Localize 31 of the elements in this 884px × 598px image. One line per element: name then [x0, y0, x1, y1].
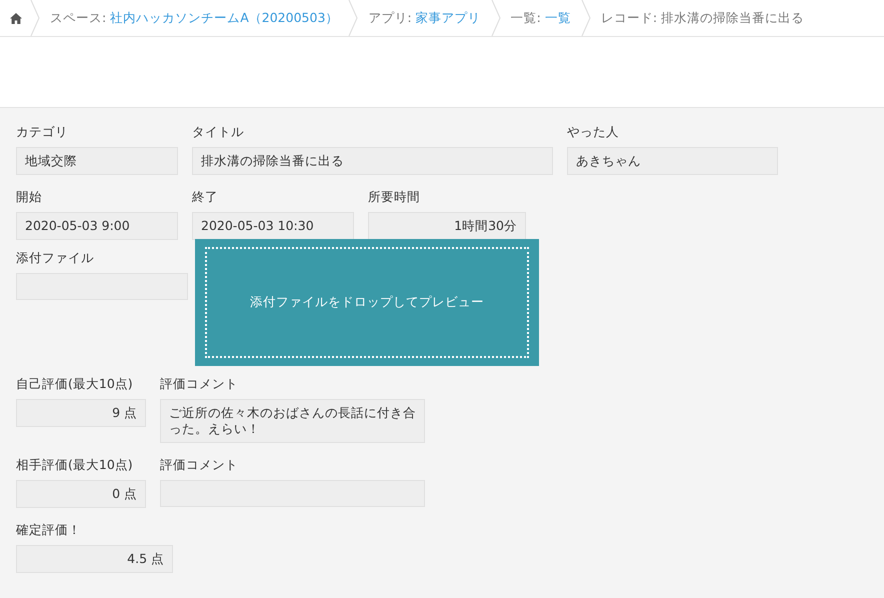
- field-label: 自己評価(最大10点): [16, 376, 134, 393]
- field-label: 評価コメント: [160, 376, 239, 393]
- breadcrumb-label: 一覧:: [510, 10, 541, 26]
- breadcrumb-label: スペース:: [50, 10, 106, 26]
- field-label: 所要時間: [368, 189, 421, 206]
- field-label: 終了: [192, 189, 219, 206]
- drop-zone[interactable]: 添付ファイルをドロップしてプレビュー: [195, 239, 539, 366]
- breadcrumb-link[interactable]: 社内ハッカソンチームA（20200503）: [110, 10, 338, 26]
- field-label: 評価コメント: [160, 457, 239, 474]
- field-label: カテゴリ: [16, 124, 69, 141]
- field-label: 確定評価！: [16, 522, 82, 539]
- field-label: やった人: [567, 124, 620, 141]
- field-value: あきちゃん: [567, 147, 778, 175]
- breadcrumb-label: アプリ:: [368, 10, 412, 26]
- breadcrumb-link[interactable]: 一覧: [544, 10, 571, 26]
- breadcrumb-link[interactable]: 家事アプリ: [416, 10, 481, 26]
- drop-zone-text: 添付ファイルをドロップしてプレビュー: [250, 294, 484, 311]
- field-label: 相手評価(最大10点): [16, 457, 134, 474]
- field-value: 地域交際: [16, 147, 178, 175]
- field-label: 開始: [16, 189, 43, 206]
- field-value: 9 点: [16, 399, 146, 427]
- field-value: 1時間30分: [368, 212, 526, 240]
- field-value: ご近所の佐々木のおばさんの長話に付き合った。えらい！: [160, 399, 425, 443]
- field-value: 2020-05-03 10:30: [192, 212, 354, 240]
- field-value: 2020-05-03 9:00: [16, 212, 178, 240]
- field-value: 4.5 点: [16, 545, 173, 573]
- breadcrumb-current: レコード: 排水溝の掃除当番に出る: [600, 10, 804, 26]
- field-value: 排水溝の掃除当番に出る: [192, 147, 553, 175]
- field-label: 添付ファイル: [16, 250, 95, 267]
- field-value: 0 点: [16, 480, 146, 508]
- field-label: タイトル: [192, 124, 245, 141]
